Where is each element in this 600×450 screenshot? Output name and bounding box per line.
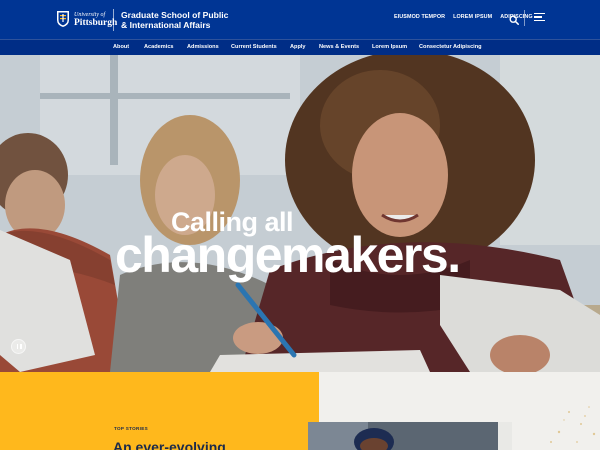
hero-banner: Calling all changemakers.	[0, 55, 600, 372]
top-stories-label: TOP STORIES	[114, 426, 148, 431]
nav-item-academics[interactable]: Academics	[144, 44, 174, 50]
school-name[interactable]: Graduate School of Public & Internationa…	[121, 10, 231, 30]
pause-icon	[16, 344, 19, 349]
nav-item-consectetur[interactable]: Consectetur Adipiscing	[419, 44, 482, 50]
nav-item-lorem-ipsum[interactable]: Lorem Ipsum	[372, 44, 407, 50]
logo-line2: Pittsburgh	[74, 18, 118, 28]
pause-button[interactable]	[11, 339, 26, 354]
search-button[interactable]	[509, 12, 519, 25]
shield-icon	[57, 11, 69, 27]
story-photo-image	[308, 422, 512, 450]
logo-wordmark: University of Pittsburgh	[74, 11, 118, 28]
university-logo[interactable]: University of Pittsburgh	[56, 8, 117, 30]
search-icon	[509, 15, 519, 25]
site-header: University of Pittsburgh Graduate School…	[0, 0, 600, 39]
nav-item-apply[interactable]: Apply	[290, 44, 306, 50]
hero-headline-line2: changemakers.	[115, 227, 461, 283]
nav-item-admissions[interactable]: Admissions	[187, 44, 219, 50]
nav-item-news-events[interactable]: News & Events	[319, 44, 359, 50]
nav-item-about[interactable]: About	[113, 44, 129, 50]
story-photo[interactable]	[308, 422, 512, 450]
top-story-headline[interactable]: An ever-evolving	[113, 439, 226, 450]
hamburger-menu-icon[interactable]	[534, 13, 545, 22]
main-nav: About Academics Admissions Current Stude…	[0, 39, 600, 55]
util-link-1[interactable]: EIUSMOD TEMPOR	[394, 14, 445, 20]
utility-divider	[524, 10, 525, 26]
hero-photo	[0, 55, 600, 372]
util-link-2[interactable]: LOREM IPSUM	[453, 14, 492, 20]
logo-divider	[113, 9, 114, 31]
nav-item-current-students[interactable]: Current Students	[231, 44, 277, 50]
